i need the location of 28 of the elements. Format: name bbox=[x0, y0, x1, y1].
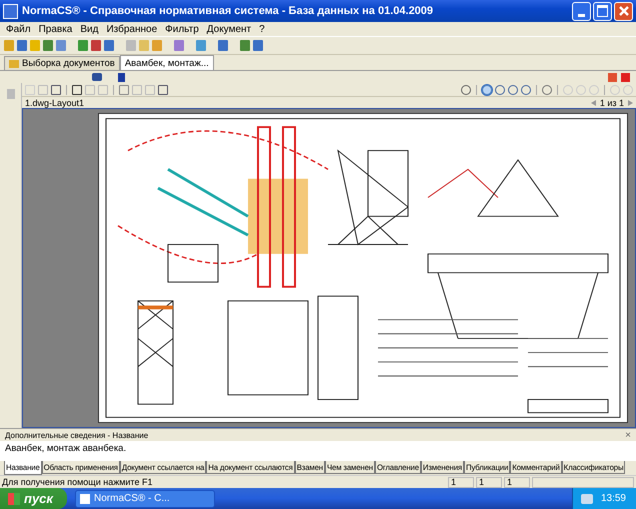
windows-flag-icon bbox=[8, 492, 20, 504]
start-button[interactable]: пуск bbox=[0, 488, 67, 509]
status-cell: 1 bbox=[448, 476, 474, 488]
window-title: NormaCS® - Справочная нормативная система - База данных на 01.04.2009 bbox=[22, 5, 434, 17]
layout-name: 1.dwg-Layout1 bbox=[25, 98, 84, 108]
page-counter: 1 из 1 bbox=[600, 98, 624, 108]
status-text: Для получения помощи нажмите F1 bbox=[2, 477, 154, 487]
menu-item[interactable]: Вид bbox=[76, 24, 102, 34]
document-title: Аванбек, монтаж аванбека. bbox=[4, 442, 128, 456]
clock: 13:59 bbox=[600, 493, 626, 504]
panel-icon[interactable] bbox=[6, 89, 14, 99]
menu-item[interactable]: Избранное bbox=[102, 24, 162, 34]
close-button[interactable] bbox=[614, 2, 633, 20]
document-tab[interactable]: Выборка документов bbox=[4, 56, 120, 70]
taskbar-button[interactable]: NormaCS® - C... bbox=[75, 490, 215, 508]
maximize-button[interactable] bbox=[593, 2, 612, 20]
menu-item[interactable]: Документ bbox=[202, 24, 256, 34]
status-cell: 1 bbox=[504, 476, 530, 488]
document-tab[interactable]: Авамбек, монтаж... bbox=[120, 55, 214, 70]
app-icon bbox=[3, 4, 18, 18]
status-cell: 1 bbox=[476, 476, 502, 488]
panel-title: Дополнительные сведения - Название bbox=[5, 430, 148, 440]
menu-item[interactable]: Файл bbox=[2, 24, 35, 34]
menu-item[interactable]: ? bbox=[255, 24, 269, 34]
menu-item[interactable]: Правка bbox=[34, 24, 76, 34]
minimize-button[interactable] bbox=[572, 2, 591, 20]
close-button[interactable]: × bbox=[625, 430, 631, 440]
menu-item[interactable]: Фильтр bbox=[161, 24, 203, 34]
